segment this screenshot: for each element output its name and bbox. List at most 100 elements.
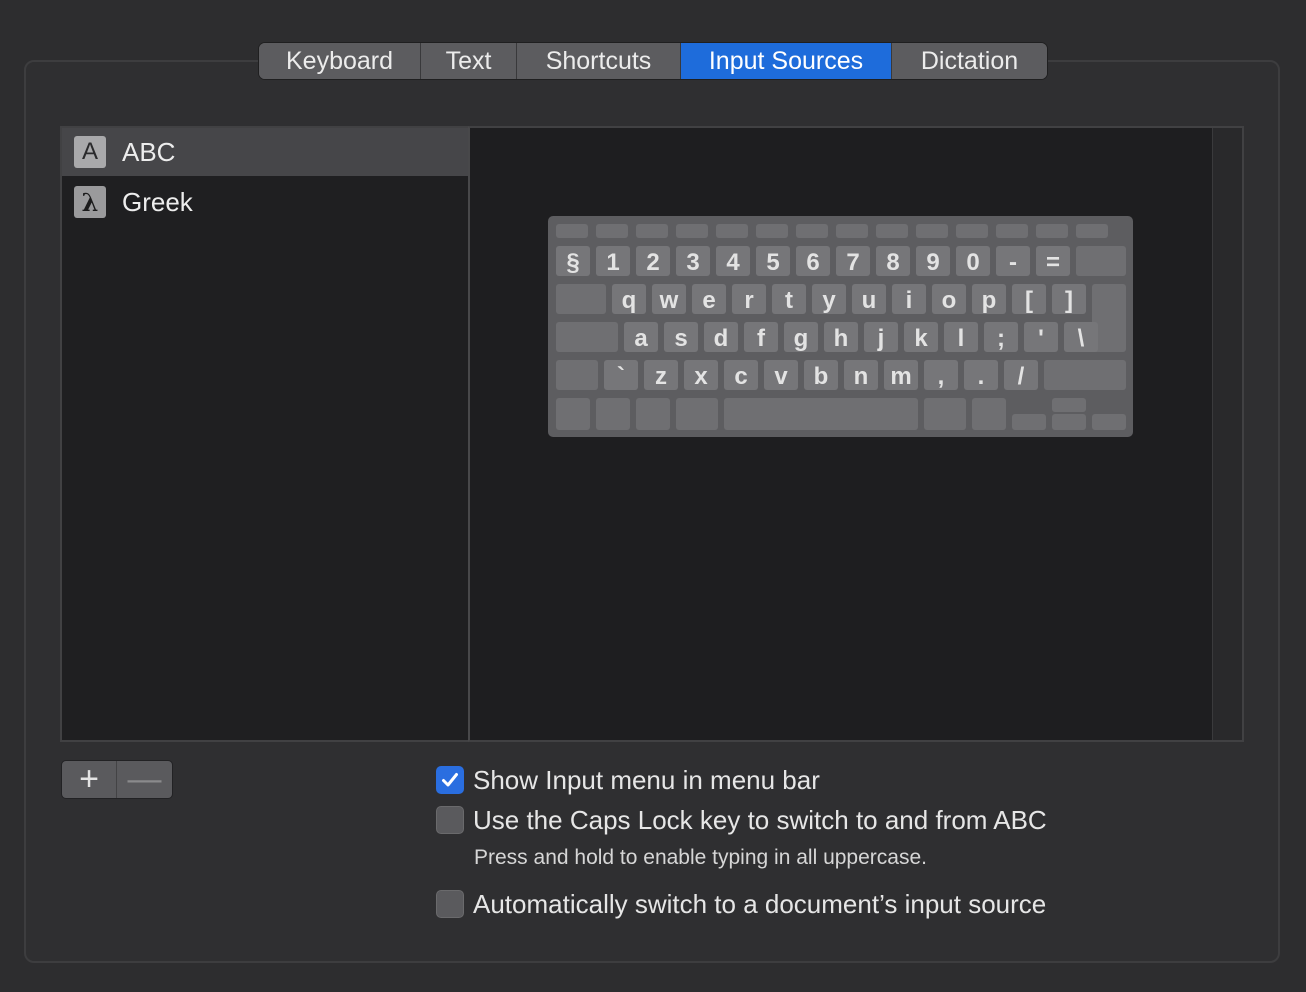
function-key [876, 224, 908, 238]
arrow-key-up [1052, 398, 1086, 412]
key-label: h [834, 325, 849, 352]
key-label: 4 [726, 249, 740, 276]
tab-bar: Keyboard Text Shortcuts Input Sources Di… [258, 42, 1048, 80]
key-label: o [942, 287, 957, 314]
key-label: g [794, 325, 809, 352]
key-label: 5 [766, 249, 779, 276]
function-key [836, 224, 868, 238]
tab-text[interactable]: Text [421, 43, 517, 79]
key-label: n [854, 363, 869, 390]
input-sources-preferences: Keyboard Text Shortcuts Input Sources Di… [0, 0, 1306, 992]
key-label: ' [1038, 325, 1044, 352]
keyboard-svg: § 1 2 3 4 5 6 7 8 9 0 - = q w e r t y u i o p [] a s d f g h j k l; ' \ ` z x… [556, 224, 1126, 430]
arrow-key-down [1052, 414, 1086, 430]
key-label: z [655, 363, 667, 390]
function-key [716, 224, 748, 238]
key-label: 1 [606, 249, 619, 276]
function-key [1076, 224, 1108, 238]
function-key [596, 224, 628, 238]
key-label: ; [997, 325, 1005, 352]
caps-lock-hint: Press and hold to enable typing in all u… [474, 846, 927, 869]
key-label: 6 [806, 249, 819, 276]
function-key [996, 224, 1028, 238]
key-label: a [634, 325, 648, 352]
function-key [956, 224, 988, 238]
function-key [1036, 224, 1068, 238]
key-label: 0 [966, 249, 979, 276]
key-label: q [622, 287, 637, 314]
key-label: j [877, 325, 885, 352]
key-label: § [566, 249, 579, 276]
input-sources-list: A ABC λ Greek [60, 126, 470, 742]
tab-shortcuts[interactable]: Shortcuts [517, 43, 681, 79]
key-label: 8 [886, 249, 899, 276]
shift-key-left [556, 360, 598, 390]
caps-lock-label: Use the Caps Lock key to switch to and f… [473, 804, 1047, 835]
modifier-key [924, 398, 966, 430]
key-label: ` [617, 363, 625, 390]
function-key [556, 224, 588, 238]
function-key [916, 224, 948, 238]
shift-key-right [1044, 360, 1126, 390]
key-label: f [757, 325, 766, 352]
function-key [796, 224, 828, 238]
tab-input-sources[interactable]: Input Sources [681, 43, 892, 79]
delete-key [1076, 246, 1126, 276]
key-label: ] [1065, 287, 1073, 314]
key-label: i [906, 287, 913, 314]
tab-dictation[interactable]: Dictation [892, 43, 1047, 79]
modifier-key [556, 398, 590, 430]
tab-keyboard[interactable]: Keyboard [259, 43, 421, 79]
function-key [756, 224, 788, 238]
list-item-label: ABC [122, 136, 176, 167]
list-item-greek[interactable]: λ Greek [62, 178, 468, 226]
key-label: s [674, 325, 687, 352]
preview-scrollbar[interactable] [1212, 128, 1242, 740]
checkmark-icon [442, 773, 458, 787]
key-label: x [694, 363, 708, 390]
key-label: \ [1078, 325, 1085, 352]
greek-lambda-icon: λ [74, 186, 106, 218]
key-label: l [958, 325, 965, 352]
key-label: v [774, 363, 788, 390]
key-label: p [982, 287, 997, 314]
key-label: u [862, 287, 877, 314]
auto-switch-option[interactable]: Automatically switch to a document’s inp… [436, 889, 1046, 919]
list-item-label: Greek [122, 186, 193, 217]
key-label: e [702, 287, 715, 314]
caps-lock-key [556, 322, 618, 352]
show-input-menu-option[interactable]: Show Input menu in menu bar [436, 765, 820, 795]
key-label: t [785, 287, 793, 314]
key-label: - [1009, 249, 1017, 276]
arrow-key-left [1012, 414, 1046, 430]
add-remove-control: + — [61, 760, 173, 799]
function-key [636, 224, 668, 238]
list-item-abc[interactable]: A ABC [62, 128, 468, 176]
caps-lock-option[interactable]: Use the Caps Lock key to switch to and f… [436, 805, 1047, 835]
key-label: 2 [646, 249, 659, 276]
key-label: 7 [846, 249, 859, 276]
tab-key [556, 284, 606, 314]
key-label: = [1046, 249, 1060, 276]
space-bar [724, 398, 918, 430]
remove-input-source-button[interactable]: — [117, 761, 172, 798]
add-input-source-button[interactable]: + [62, 761, 118, 798]
show-input-menu-checkbox[interactable] [436, 766, 464, 794]
modifier-key [636, 398, 670, 430]
caps-lock-checkbox[interactable] [436, 806, 464, 834]
key-label: w [659, 287, 679, 314]
key-label: k [914, 325, 928, 352]
show-input-menu-label: Show Input menu in menu bar [473, 764, 820, 795]
key-label: , [938, 363, 945, 390]
modifier-key [676, 398, 718, 430]
key-label: d [714, 325, 729, 352]
function-key [676, 224, 708, 238]
modifier-key [972, 398, 1006, 430]
abc-icon: A [74, 136, 106, 168]
key-label: 9 [926, 249, 939, 276]
keyboard-layout-preview: § 1 2 3 4 5 6 7 8 9 0 - = q w e r t y u i o p [] a s d f g h j k l; ' \ ` z x… [548, 216, 1133, 437]
key-label: [ [1025, 287, 1033, 314]
auto-switch-checkbox[interactable] [436, 890, 464, 918]
key-label: / [1018, 363, 1025, 390]
key-label: . [978, 363, 985, 390]
